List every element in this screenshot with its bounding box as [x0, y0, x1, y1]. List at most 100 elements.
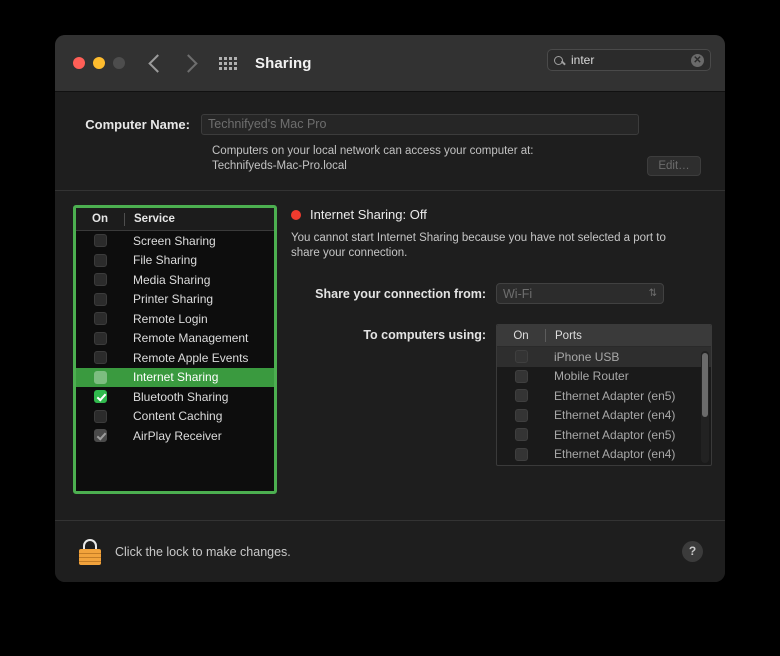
help-button[interactable]: ? [682, 541, 703, 562]
port-row-ethernet-adaptor-en4[interactable]: Ethernet Adaptor (en4) [497, 445, 711, 465]
service-label: Content Caching [133, 409, 223, 424]
service-label: AirPlay Receiver [133, 428, 222, 443]
checkbox-cell [76, 370, 124, 384]
checkbox-cell [76, 390, 124, 404]
minimize-window-button[interactable] [93, 57, 105, 69]
ethernet-adaptor-en5-checkbox[interactable] [514, 428, 528, 442]
ethernet-adapter-en4-checkbox[interactable] [514, 408, 528, 422]
computer-name-row: Computer Name: Technifyed's Mac Pro [79, 114, 701, 135]
computer-name-label: Computer Name: [85, 117, 190, 132]
service-label: Printer Sharing [133, 292, 214, 307]
lock-closed-icon[interactable] [79, 538, 101, 565]
share-from-label: Share your connection from: [315, 286, 486, 301]
ports-header-on: On [513, 329, 529, 342]
search-input[interactable]: inter [571, 53, 691, 67]
service-row-internet-sharing[interactable]: Internet Sharing [76, 367, 274, 387]
port-row-ethernet-adapter-en5[interactable]: Ethernet Adapter (en5) [497, 386, 711, 406]
screen-sharing-checkbox[interactable] [93, 234, 107, 248]
remote-management-checkbox[interactable] [93, 331, 107, 345]
service-label: Screen Sharing [133, 233, 216, 248]
mobile-router-checkbox[interactable] [514, 369, 528, 383]
service-label: Remote Management [133, 331, 249, 346]
checkbox-cell [76, 253, 124, 267]
computer-name-subsection: Computers on your local network can acce… [79, 144, 701, 176]
ports-label: To computers using: [363, 328, 486, 342]
port-label: Ethernet Adapter (en4) [554, 408, 676, 423]
network-access-line1: Computers on your local network can acce… [212, 145, 534, 157]
internet-sharing-checkbox[interactable] [93, 370, 107, 384]
service-row-media-sharing[interactable]: Media Sharing [76, 270, 274, 290]
service-label: Media Sharing [133, 272, 211, 287]
edit-hostname-button[interactable]: Edit… [647, 156, 701, 176]
window-titlebar: Sharing inter ✕ [55, 35, 725, 92]
window-body: Computer Name: Technifyed's Mac Pro Comp… [55, 92, 725, 582]
lock-body [79, 548, 101, 565]
computer-name-input[interactable]: Technifyed's Mac Pro [201, 114, 639, 135]
bluetooth-sharing-checkbox[interactable] [93, 390, 107, 404]
checkbox-cell [76, 429, 124, 443]
close-window-button[interactable] [73, 57, 85, 69]
ports-row: To computers using: On Ports iPhone USB [291, 324, 712, 466]
service-row-file-sharing[interactable]: File Sharing [76, 251, 274, 271]
checkbox-cell [76, 273, 124, 287]
ports-scrollbar[interactable] [701, 351, 709, 463]
checkbox-cell [497, 350, 545, 364]
search-field[interactable]: inter ✕ [547, 49, 711, 71]
clear-search-icon[interactable]: ✕ [691, 53, 704, 67]
ethernet-adapter-en5-checkbox[interactable] [514, 389, 528, 403]
port-row-mobile-router[interactable]: Mobile Router [497, 367, 711, 387]
forward-chevron-icon[interactable] [179, 53, 198, 73]
bottom-lock-bar: Click the lock to make changes. ? [55, 520, 725, 582]
iphone-usb-checkbox[interactable] [514, 350, 528, 364]
services-list: On Service Screen Sharing File Sharing M… [73, 205, 277, 494]
port-row-ethernet-adaptor-en5[interactable]: Ethernet Adaptor (en5) [497, 425, 711, 445]
page-title: Sharing [255, 54, 312, 72]
back-chevron-icon[interactable] [148, 53, 167, 73]
status-row: Internet Sharing: Off [291, 207, 712, 222]
services-header-service: Service [134, 213, 175, 225]
ethernet-adaptor-en4-checkbox[interactable] [514, 447, 528, 461]
network-access-description: Computers on your local network can acce… [212, 144, 637, 174]
remote-apple-events-checkbox[interactable] [93, 351, 107, 365]
checkbox-cell [76, 351, 124, 365]
chevron-updown-icon: ⇅ [648, 287, 657, 299]
ports-header-ports: Ports [555, 329, 582, 342]
port-row-ethernet-adapter-en4[interactable]: Ethernet Adapter (en4) [497, 406, 711, 426]
ports-table-header: On Ports [497, 325, 711, 347]
service-row-remote-apple-events[interactable]: Remote Apple Events [76, 348, 274, 368]
printer-sharing-checkbox[interactable] [93, 292, 107, 306]
ports-scrollbar-thumb[interactable] [702, 353, 708, 417]
checkbox-cell [497, 369, 545, 383]
services-rows: Screen Sharing File Sharing Media Sharin… [76, 231, 274, 491]
port-label: iPhone USB [554, 349, 620, 364]
media-sharing-checkbox[interactable] [93, 273, 107, 287]
search-icon [554, 55, 563, 65]
navigation-buttons [148, 53, 198, 73]
service-row-airplay-receiver[interactable]: AirPlay Receiver [76, 426, 274, 446]
content-caching-checkbox[interactable] [93, 409, 107, 423]
service-row-remote-login[interactable]: Remote Login [76, 309, 274, 329]
ports-table: On Ports iPhone USB Mobile Router Ethern… [496, 324, 712, 466]
checkbox-cell [497, 428, 545, 442]
airplay-receiver-checkbox[interactable] [93, 429, 107, 443]
status-indicator-dot [291, 209, 301, 220]
checkbox-cell [497, 447, 545, 461]
port-row-iphone-usb[interactable]: iPhone USB [497, 347, 711, 367]
service-row-screen-sharing[interactable]: Screen Sharing [76, 231, 274, 251]
checkbox-cell [76, 409, 124, 423]
remote-login-checkbox[interactable] [93, 312, 107, 326]
share-from-select[interactable]: Wi-Fi ⇅ [496, 283, 664, 304]
internet-sharing-detail-pane: Internet Sharing: Off You cannot start I… [291, 205, 712, 494]
service-label: Internet Sharing [133, 370, 219, 385]
service-row-content-caching[interactable]: Content Caching [76, 407, 274, 427]
checkbox-cell [76, 331, 124, 345]
service-row-remote-management[interactable]: Remote Management [76, 329, 274, 349]
status-description: You cannot start Internet Sharing becaus… [291, 232, 666, 259]
port-row-partial[interactable] [497, 464, 711, 465]
service-label: Bluetooth Sharing [133, 389, 229, 404]
service-row-printer-sharing[interactable]: Printer Sharing [76, 290, 274, 310]
service-row-bluetooth-sharing[interactable]: Bluetooth Sharing [76, 387, 274, 407]
file-sharing-checkbox[interactable] [93, 253, 107, 267]
grid-apps-icon[interactable] [219, 56, 237, 70]
checkbox-cell [76, 292, 124, 306]
